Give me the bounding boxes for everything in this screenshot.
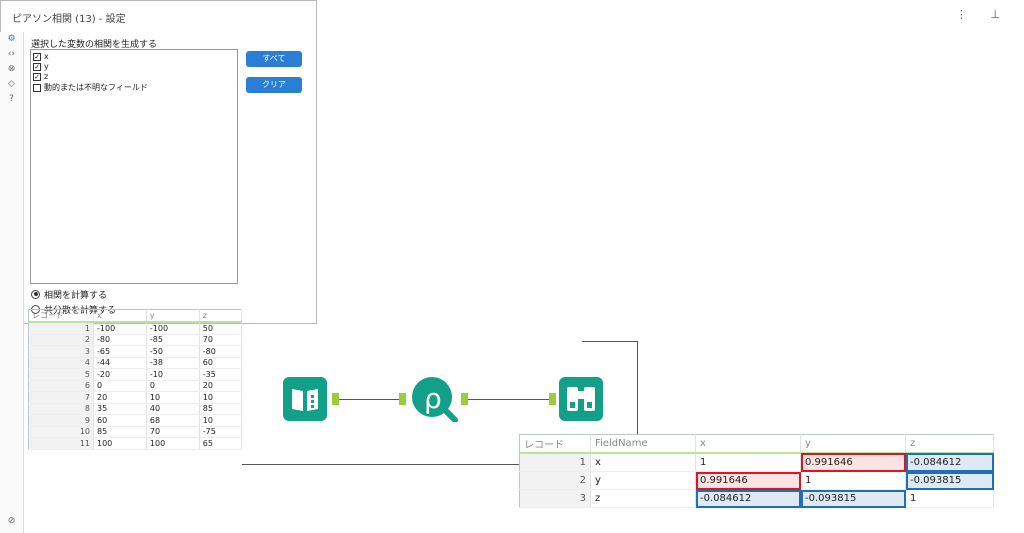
highlighted-cell: -0.084612 xyxy=(695,489,801,508)
col-header-z[interactable]: z xyxy=(905,434,994,454)
gear-icon[interactable]: ⚙ xyxy=(0,32,23,47)
table-row[interactable]: 9 60 68 10 xyxy=(28,414,243,427)
table-row[interactable]: 1 -100 -100 50 xyxy=(28,322,243,335)
table-row[interactable]: 2 y 0.991646 1 -0.093815 xyxy=(519,471,994,490)
col-header-x[interactable]: x xyxy=(695,434,801,454)
radio-correlation[interactable]: 相関を計算する xyxy=(31,288,107,301)
checkbox-checked[interactable]: ✓ xyxy=(33,63,41,71)
col-header-z[interactable]: z xyxy=(199,309,243,323)
field-checkbox-x[interactable]: ✓ x xyxy=(33,52,49,62)
input-anchor[interactable] xyxy=(549,393,556,405)
table-row[interactable]: 7 20 10 10 xyxy=(28,391,243,404)
table-row[interactable]: 3 z -0.084612 -0.093815 1 xyxy=(519,489,994,508)
browse-tool[interactable] xyxy=(559,377,603,425)
table-row[interactable]: 8 35 40 85 xyxy=(28,403,243,415)
field-checkbox-y[interactable]: ✓ y xyxy=(33,62,49,72)
connection-2 xyxy=(468,399,549,400)
table-row[interactable]: 6 0 0 20 xyxy=(28,380,243,392)
field-checkbox-dynamic[interactable]: 動的または不明なフィールド xyxy=(33,83,148,93)
connector-config-vertical xyxy=(637,341,638,434)
tag-icon[interactable]: ◇ xyxy=(0,77,23,92)
col-header-fieldname[interactable]: FieldName xyxy=(590,434,696,454)
check-circle-icon[interactable]: ⊘ xyxy=(0,514,23,529)
output-anchor[interactable] xyxy=(332,393,339,405)
table-row[interactable]: 1 x 1 0.991646 -0.084612 xyxy=(519,453,994,472)
table-row[interactable]: 2 -80 -85 70 xyxy=(28,334,243,346)
code-icon[interactable]: ‹› xyxy=(0,47,23,62)
pearson-rho-icon: ρ xyxy=(412,377,458,423)
checkbox-checked[interactable]: ✓ xyxy=(33,73,41,81)
col-header-y[interactable]: y xyxy=(146,309,200,323)
col-header-y[interactable]: y xyxy=(800,434,906,454)
svg-text:ρ: ρ xyxy=(424,382,442,415)
table-row[interactable]: 3 -65 -50 -80 xyxy=(28,345,243,358)
col-header-record[interactable]: レコード xyxy=(519,434,591,454)
checkbox-unchecked[interactable] xyxy=(33,84,41,92)
input-data-tool[interactable] xyxy=(283,377,327,425)
input-data-book-icon xyxy=(283,377,327,421)
help-icon[interactable]: ? xyxy=(0,92,23,107)
config-side-icons: ⚙ ‹› ⊗ ◇ ? ⊘ xyxy=(0,32,24,533)
highlighted-cell: -0.093815 xyxy=(905,471,994,490)
radio-selected[interactable] xyxy=(31,289,40,299)
output-results-table: レコード FieldName x y z 1 x 1 0.991646 -0.0… xyxy=(519,434,994,508)
highlighted-cell: -0.093815 xyxy=(800,489,906,508)
select-all-button[interactable]: すべて xyxy=(246,51,302,67)
input-data-table: レコード x y z 1 -100 -100 50 2 -80 -85 70 3 -65 -50… xyxy=(28,309,243,450)
checkbox-checked[interactable]: ✓ xyxy=(33,53,41,61)
highlighted-cell: 0.991646 xyxy=(800,453,906,472)
table-row[interactable]: 5 -20 -10 -35 xyxy=(28,368,243,381)
clear-button[interactable]: クリア xyxy=(246,77,302,93)
input-anchor[interactable] xyxy=(399,393,406,405)
table-row[interactable]: 10 85 70 -75 xyxy=(28,426,243,438)
pearson-correlation-tool[interactable]: ρ xyxy=(411,376,461,426)
connection-1 xyxy=(339,399,399,400)
field-checkbox-z[interactable]: ✓ z xyxy=(33,72,48,82)
table-row[interactable]: 11 100 100 65 xyxy=(28,437,243,450)
output-anchor[interactable] xyxy=(461,393,468,405)
x-circle-icon[interactable]: ⊗ xyxy=(0,62,23,77)
connector-config-to-output xyxy=(582,341,637,342)
browse-binoculars-icon xyxy=(559,377,603,421)
col-header-x[interactable]: x xyxy=(93,309,147,323)
config-title: ピアソン相関 (13) - 設定 xyxy=(12,14,126,25)
table-row[interactable]: 4 -44 -38 60 xyxy=(28,357,243,369)
col-header-record[interactable]: レコード xyxy=(28,309,94,323)
panel-menu-pin-icons[interactable]: ⋮ ⊥ xyxy=(956,8,1010,21)
highlighted-cell: 0.991646 xyxy=(695,471,801,490)
highlighted-cell: -0.084612 xyxy=(905,453,994,472)
config-panel: ピアソン相関 (13) - 設定 ⋮ ⊥ ⚙ ‹› ⊗ ◇ ? ⊘ 選択した変数… xyxy=(0,0,1000,533)
connector-input-to-output xyxy=(242,464,519,465)
table-header-row: レコード FieldName x y z xyxy=(519,434,994,454)
table-header-row: レコード x y z xyxy=(28,309,243,323)
field-listbox[interactable]: ✓ x ✓ y ✓ z 動的または不明なフィールド xyxy=(30,49,238,284)
